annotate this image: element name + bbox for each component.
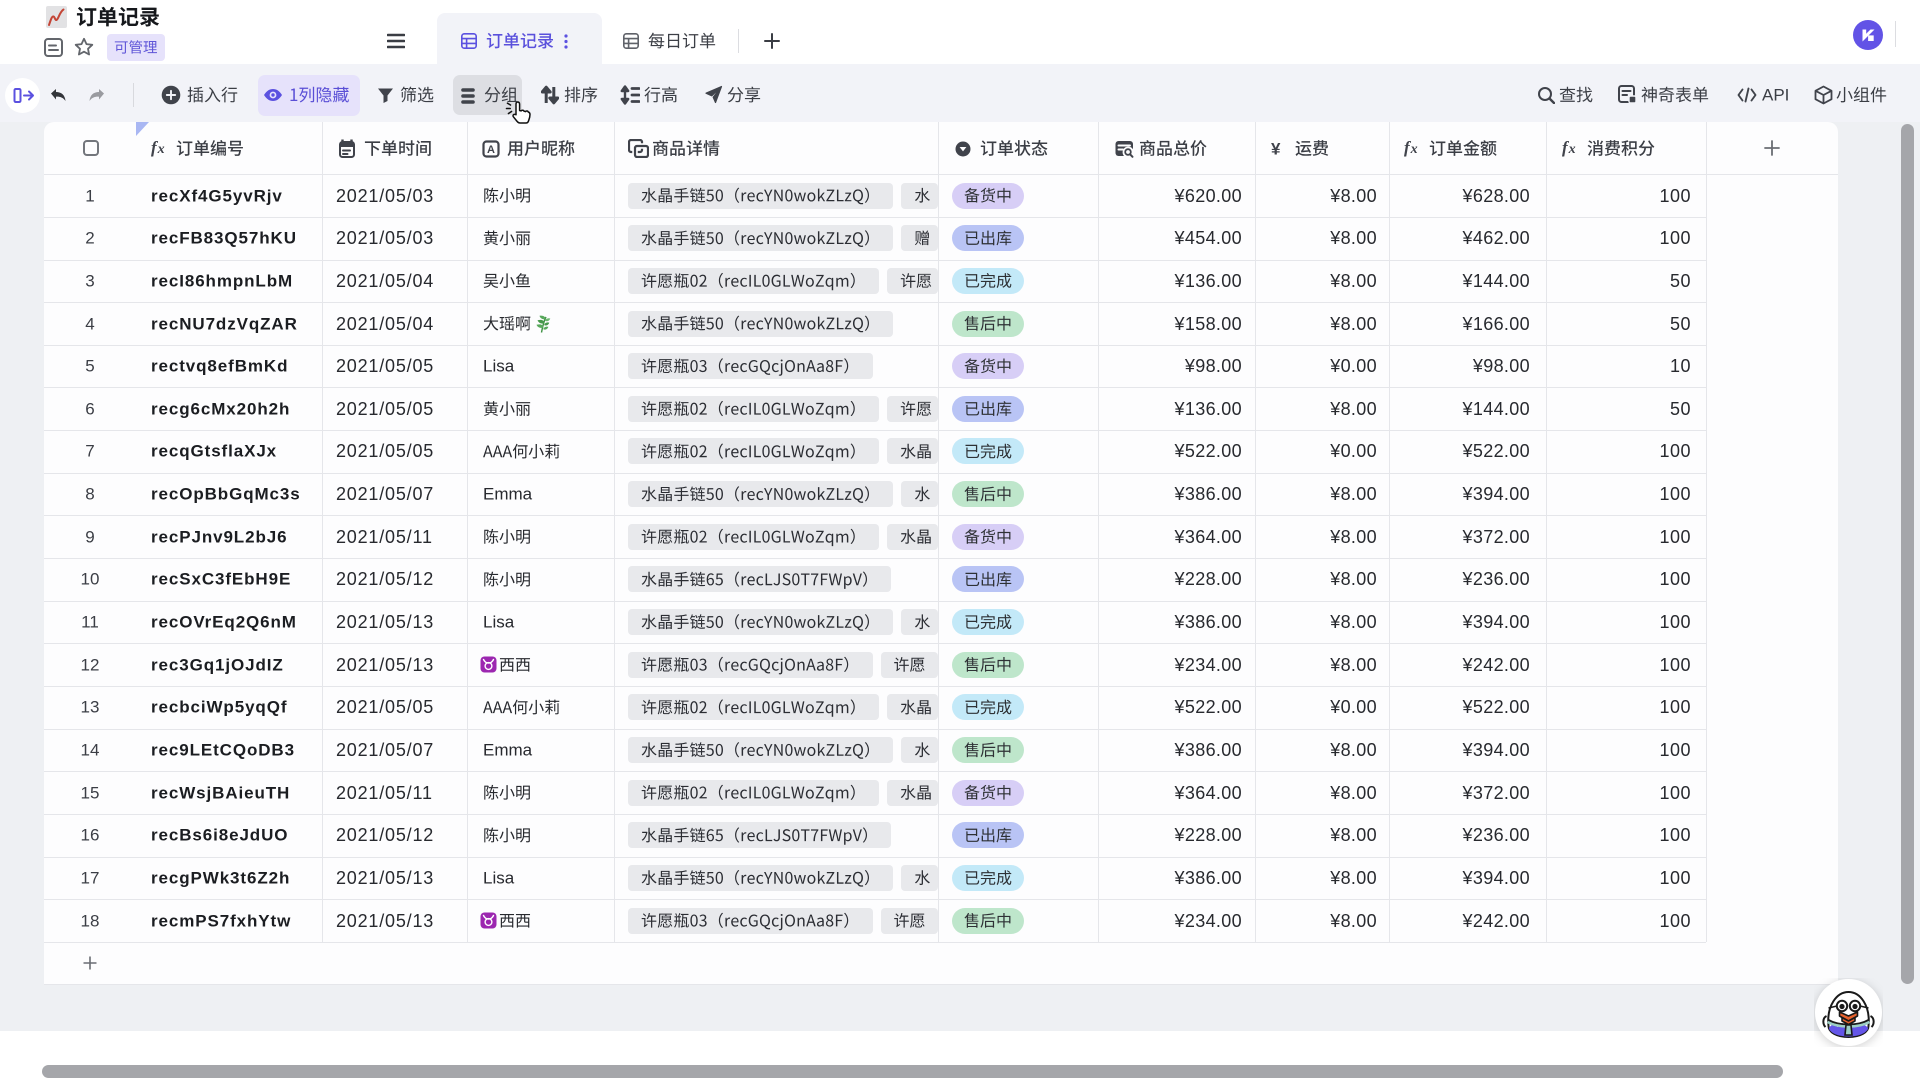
svg-text:A: A — [487, 144, 495, 156]
